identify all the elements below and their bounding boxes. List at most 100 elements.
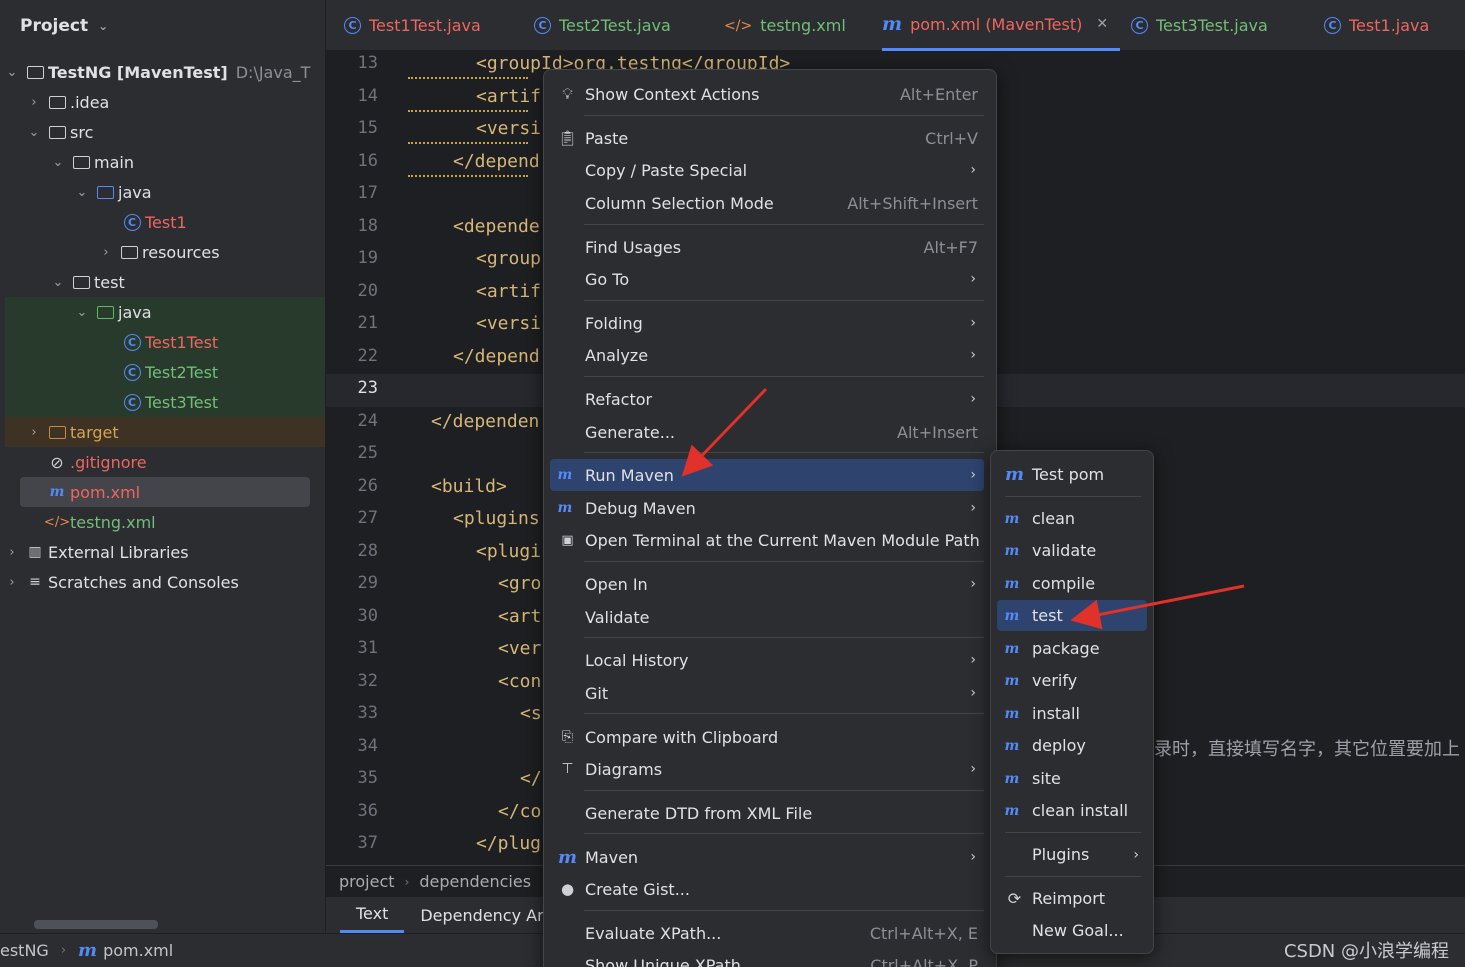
submenu-item-site[interactable]: m site bbox=[997, 763, 1147, 794]
menu-item-open-terminal[interactable]: ▣ Open Terminal at the Current Maven Mod… bbox=[550, 524, 984, 556]
menu-item-folding[interactable]: Folding › bbox=[550, 307, 984, 339]
tree-item-label: .idea bbox=[70, 92, 110, 112]
horizontal-scrollbar[interactable] bbox=[34, 920, 158, 929]
chevron-right-icon[interactable]: › bbox=[27, 95, 41, 110]
scratches-icon: ≡ bbox=[29, 574, 41, 590]
status-file[interactable]: pom.xml bbox=[103, 941, 173, 960]
submenu-item-test-pom[interactable]: m Test pom bbox=[997, 459, 1147, 490]
submenu-item-reimport[interactable]: ⟳ Reimport bbox=[997, 883, 1147, 914]
breadcrumb-item[interactable]: dependencies bbox=[419, 872, 531, 891]
maven-goal-icon: m bbox=[1004, 802, 1020, 819]
tree-item-test1test[interactable]: C Test1Test bbox=[5, 327, 325, 357]
menu-item-go-to[interactable]: Go To › bbox=[550, 263, 984, 295]
menu-item-generate-dtd[interactable]: Generate DTD from XML File bbox=[550, 797, 984, 829]
menu-item-evaluate-xpath[interactable]: Evaluate XPath... Ctrl+Alt+X, E bbox=[550, 917, 984, 949]
chevron-down-icon[interactable]: ⌄ bbox=[51, 275, 65, 290]
chevron-right-icon[interactable]: › bbox=[27, 425, 41, 440]
tree-item-testng-xml[interactable]: </> testng.xml bbox=[5, 507, 325, 537]
menu-item-find-usages[interactable]: Find Usages Alt+F7 bbox=[550, 231, 984, 263]
submenu-item-clean[interactable]: m clean bbox=[997, 503, 1147, 534]
tree-item-pom[interactable]: m pom.xml bbox=[20, 477, 310, 507]
code-line: </plug bbox=[476, 833, 542, 854]
menu-item-maven[interactable]: m Maven › bbox=[550, 841, 984, 873]
project-panel-header[interactable]: Project ⌄ bbox=[0, 0, 326, 52]
tree-item-test1[interactable]: C Test1 bbox=[5, 207, 325, 237]
line-number: 15 bbox=[357, 118, 378, 138]
menu-item-show-unique-xpath[interactable]: Show Unique XPath Ctrl+Alt+X, P bbox=[550, 949, 984, 967]
tree-item-src[interactable]: ⌄ src bbox=[5, 117, 325, 147]
submenu-item-test[interactable]: m test bbox=[997, 600, 1147, 631]
menu-shortcut: Alt+F7 bbox=[923, 237, 978, 257]
menu-item-show-context-actions[interactable]: 💡︎ Show Context Actions Alt+Enter bbox=[550, 78, 984, 110]
tree-item-test2test[interactable]: C Test2Test bbox=[5, 357, 325, 387]
breadcrumb-item[interactable]: project bbox=[339, 872, 395, 891]
submenu-item-verify[interactable]: m verify bbox=[997, 665, 1147, 696]
resources-folder-icon bbox=[119, 243, 139, 261]
tree-item-main-java[interactable]: ⌄ java bbox=[5, 177, 325, 207]
chevron-down-icon[interactable]: ⌄ bbox=[51, 155, 65, 170]
chevron-down-icon[interactable]: ⌄ bbox=[27, 125, 41, 140]
tab-test1test[interactable]: C Test1Test.java bbox=[344, 0, 481, 51]
menu-item-debug-maven[interactable]: m Debug Maven › bbox=[550, 492, 984, 524]
tree-item-resources[interactable]: › resources bbox=[5, 237, 325, 267]
menu-item-validate[interactable]: Validate bbox=[550, 601, 984, 633]
tree-item-test[interactable]: ⌄ test bbox=[5, 267, 325, 297]
chevron-right-icon: › bbox=[970, 576, 976, 592]
menu-item-open-in[interactable]: Open In › bbox=[550, 568, 984, 600]
submenu-item-new-goal[interactable]: New Goal... bbox=[997, 915, 1147, 946]
submenu-item-install[interactable]: m install bbox=[997, 698, 1147, 729]
tab-testng-xml[interactable]: </> testng.xml bbox=[724, 0, 846, 51]
chevron-down-icon[interactable]: ⌄ bbox=[5, 65, 19, 80]
submenu-item-clean-install[interactable]: m clean install bbox=[997, 795, 1147, 826]
maven-icon: m bbox=[1004, 464, 1025, 485]
line-number: 35 bbox=[357, 768, 378, 788]
tree-item-main[interactable]: ⌄ main bbox=[5, 147, 325, 177]
maven-goal-icon: m bbox=[1004, 770, 1020, 787]
tab-test2test[interactable]: C Test2Test.java bbox=[534, 0, 671, 51]
menu-item-copy-paste-special[interactable]: Copy / Paste Special › bbox=[550, 154, 984, 186]
menu-item-paste[interactable]: 📋︎ Paste Ctrl+V bbox=[550, 122, 984, 154]
tree-item-scratches[interactable]: › ≡ Scratches and Consoles bbox=[5, 567, 325, 597]
tree-item-external-libraries[interactable]: › ▥ External Libraries bbox=[5, 537, 325, 567]
menu-item-run-maven[interactable]: m Run Maven › bbox=[550, 459, 984, 491]
editor-tab-bar: C Test1Test.java C Test2Test.java </> te… bbox=[326, 0, 1465, 51]
tree-item-idea[interactable]: › .idea bbox=[5, 87, 325, 117]
menu-item-diagrams[interactable]: ⊤ Diagrams › bbox=[550, 753, 984, 785]
submenu-item-plugins[interactable]: Plugins › bbox=[997, 839, 1147, 870]
tab-test3test[interactable]: C Test3Test.java bbox=[1131, 0, 1268, 51]
tab-pom-xml[interactable]: m pom.xml (MavenTest) ✕ bbox=[882, 0, 1121, 51]
chevron-down-icon[interactable]: ⌄ bbox=[75, 305, 89, 320]
chevron-right-icon[interactable]: › bbox=[5, 545, 19, 560]
chevron-down-icon[interactable]: ⌄ bbox=[98, 19, 108, 33]
chevron-right-icon[interactable]: › bbox=[5, 575, 19, 590]
code-line: <gro bbox=[498, 573, 542, 594]
close-icon[interactable]: ✕ bbox=[1096, 16, 1108, 32]
submenu-item-package[interactable]: m package bbox=[997, 633, 1147, 664]
menu-item-column-selection-mode[interactable]: Column Selection Mode Alt+Shift+Insert bbox=[550, 187, 984, 219]
tab-dependency-analyzer[interactable]: Dependency An bbox=[404, 897, 563, 933]
menu-item-git[interactable]: Git › bbox=[550, 677, 984, 709]
submenu-item-deploy[interactable]: m deploy bbox=[997, 730, 1147, 761]
tree-item-target[interactable]: › target bbox=[5, 417, 325, 447]
menu-item-create-gist[interactable]: ● Create Gist... bbox=[550, 873, 984, 905]
menu-item-local-history[interactable]: Local History › bbox=[550, 644, 984, 676]
submenu-item-validate[interactable]: m validate bbox=[997, 535, 1147, 566]
menu-item-refactor[interactable]: Refactor › bbox=[550, 383, 984, 415]
menu-item-generate[interactable]: Generate... Alt+Insert bbox=[550, 416, 984, 448]
menu-label: Git bbox=[585, 683, 609, 703]
line-number: 31 bbox=[357, 638, 378, 658]
tab-test1-java[interactable]: C Test1.java bbox=[1324, 0, 1429, 51]
chevron-right-icon[interactable]: › bbox=[99, 245, 113, 260]
menu-item-analyze[interactable]: Analyze › bbox=[550, 339, 984, 371]
chevron-right-icon: › bbox=[970, 761, 976, 777]
tab-text[interactable]: Text bbox=[340, 897, 405, 933]
chevron-down-icon[interactable]: ⌄ bbox=[75, 185, 89, 200]
menu-item-compare-with-clipboard[interactable]: ⎘ Compare with Clipboard bbox=[550, 721, 984, 753]
line-number: 19 bbox=[357, 248, 378, 268]
tree-item-test-java[interactable]: ⌄ java bbox=[5, 297, 325, 327]
submenu-item-compile[interactable]: m compile bbox=[997, 568, 1147, 599]
status-project[interactable]: estNG bbox=[0, 941, 49, 960]
tree-item-root[interactable]: ⌄ TestNG [MavenTest] D:\Java_T bbox=[5, 57, 325, 87]
tree-item-test3test[interactable]: C Test3Test bbox=[5, 387, 325, 417]
tree-item-gitignore[interactable]: ⊘ .gitignore bbox=[5, 447, 325, 477]
